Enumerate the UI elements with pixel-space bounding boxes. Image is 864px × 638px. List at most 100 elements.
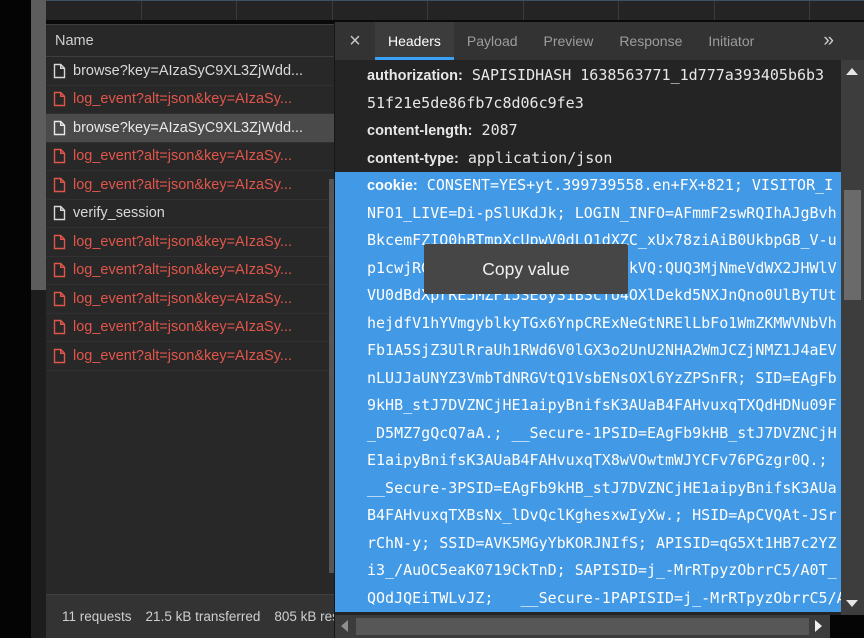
file-icon [53,234,66,250]
header-name: cookie: [367,178,418,194]
network-grid-strip [46,0,864,20]
copy-value-menu-item[interactable]: Copy value [424,244,628,294]
request-row[interactable]: log_event?alt=json&key=AIzaSy... [46,342,334,371]
header-line: nLUJJaUNYZ3VmbTdNRGVtQ1VsbENsOXl6YzZPSnF… [367,365,841,393]
request-row[interactable]: log_event?alt=json&key=AIzaSy... [46,285,334,314]
header-value: __Secure-3PSID=EAgFb9kHB_stJ7DVZNCjHE1ai… [367,479,837,497]
network-summary-bar: 11 requests 21.5 kB transferred 805 kB r… [46,594,334,638]
header-value: application/json [459,149,613,167]
page-scrollbar[interactable] [31,0,46,638]
page-scrollbar-thumb[interactable] [31,0,46,290]
request-row[interactable]: log_event?alt=json&key=AIzaSy... [46,171,334,200]
request-row[interactable]: verify_session [46,200,334,229]
header-value: rChN-y; SSID=AVK5MGyYbKORJNIfS; APISID=q… [367,534,837,552]
request-row[interactable]: log_event?alt=json&key=AIzaSy... [46,86,334,115]
details-tab-bar: × HeadersPayloadPreviewResponseInitiator… [335,22,864,60]
request-name: log_event?alt=json&key=AIzaSy... [73,348,292,364]
more-tabs-icon[interactable]: » [823,22,834,60]
header-value: 51f21e5de86fb7c8d06c9fe3 [367,94,584,112]
request-name: log_event?alt=json&key=AIzaSy... [73,319,292,335]
request-name: log_event?alt=json&key=AIzaSy... [73,234,292,250]
header-entry: authorization: SAPISIDHASH 1638563771_1d… [335,62,841,117]
header-line: _D5MZ7gQcQ7aA.; __Secure-1PSID=EAgFb9kHB… [367,420,841,448]
horizontal-scrollbar-thumb[interactable] [356,618,809,635]
file-icon [53,63,66,79]
header-line: NFO1_LIVE=Di-pSlUKdJk; LOGIN_INFO=AFmmF2… [367,200,841,228]
network-grid-cell [142,1,238,20]
file-icon [53,205,66,221]
header-value: nLUJJaUNYZ3VmbTdNRGVtQ1VsbENsOXl6YzZPSnF… [367,369,837,387]
header-line: authorization: SAPISIDHASH 1638563771_1d… [367,62,841,90]
header-line: __Secure-3PSID=EAgFb9kHB_stJ7DVZNCjHE1ai… [367,475,841,503]
scroll-left-icon[interactable] [341,620,348,632]
tab-payload[interactable]: Payload [454,22,531,60]
request-name: browse?key=AIzaSyC9XL3ZjWdd... [73,63,303,79]
header-value: 2087 [473,121,518,139]
request-name: log_event?alt=json&key=AIzaSy... [73,262,292,278]
request-row[interactable]: log_event?alt=json&key=AIzaSy... [46,143,334,172]
request-row[interactable]: browse?key=AIzaSyC9XL3ZjWdd... [46,114,334,143]
header-line: B4FAHvuxqTXBsNx_lDvQclKghesxwIyXw.; HSID… [367,502,841,530]
request-row[interactable]: log_event?alt=json&key=AIzaSy... [46,314,334,343]
request-name: log_event?alt=json&key=AIzaSy... [73,148,292,164]
scroll-right-icon[interactable] [815,620,822,632]
network-grid-cell [46,1,142,20]
request-name: verify_session [73,205,165,221]
file-icon [53,291,66,307]
details-horizontal-scrollbar[interactable] [335,615,831,638]
request-name: log_event?alt=json&key=AIzaSy... [73,91,292,107]
network-grid-cell [715,1,811,20]
tabs: HeadersPayloadPreviewResponseInitiator [375,22,767,60]
file-icon [53,120,66,136]
request-details-panel: × HeadersPayloadPreviewResponseInitiator… [334,22,864,638]
summary-resources: 805 kB resources [274,609,334,624]
header-value: NFO1_LIVE=Di-pSlUKdJk; LOGIN_INFO=AFmmF2… [367,204,837,222]
file-icon [53,177,66,193]
header-value: _D5MZ7gQcQ7aA.; __Secure-1PSID=EAgFb9kHB… [367,424,837,442]
request-row[interactable]: log_event?alt=json&key=AIzaSy... [46,228,334,257]
request-list: browse?key=AIzaSyC9XL3ZjWdd... log_event?… [46,57,334,371]
network-grid-cell [619,1,715,20]
network-grid-cell [333,1,429,20]
tab-preview[interactable]: Preview [531,22,607,60]
close-icon[interactable]: × [335,22,375,60]
scroll-up-icon[interactable] [846,68,858,75]
request-name: log_event?alt=json&key=AIzaSy... [73,177,292,193]
header-value: E1aipyBnifsK3AUaB4FAHvuxqTX8wVOwtmWJYCFv… [367,451,828,469]
network-grid-cell [810,1,864,20]
summary-request-count: 11 requests [62,609,132,624]
page-background [0,0,31,638]
header-name: content-type: [367,151,459,167]
network-grid-cell [428,1,524,20]
headers-content: authorization: SAPISIDHASH 1638563771_1d… [335,60,841,615]
details-vertical-scrollbar[interactable] [841,60,864,615]
header-value: hejdfV1hYVmgyblkyTGx6YnpCRExNeGtNRElLbFo… [367,314,837,332]
header-line: content-type: application/json [367,145,841,173]
tab-initiator[interactable]: Initiator [695,22,767,60]
request-row[interactable]: browse?key=AIzaSyC9XL3ZjWdd... [46,57,334,86]
tab-headers[interactable]: Headers [375,22,454,60]
network-grid-cell [237,1,333,20]
scrollbar-corner [830,615,864,638]
summary-transferred: 21.5 kB transferred [146,609,261,624]
header-line: 9kHB_stJ7DVZNCjHE1aipyBnifsK3AUaB4FAHvux… [367,392,841,420]
vertical-scrollbar-thumb[interactable] [844,190,861,300]
tab-response[interactable]: Response [606,22,695,60]
header-line: content-length: 2087 [367,117,841,145]
name-column-header[interactable]: Name [46,25,334,57]
header-line: hejdfV1hYVmgyblkyTGx6YnpCRExNeGtNRElLbFo… [367,310,841,338]
header-value: Fb1A5SjZ3UlRraUh1RWd6V0lGX3o2UnU2NHA2WmJ… [367,341,837,359]
request-row[interactable]: log_event?alt=json&key=AIzaSy... [46,257,334,286]
file-icon [53,148,66,164]
header-value: i3_/AuOC5eaK0719CkTnD; SAPISID=j_-MrRTpy… [367,561,837,579]
header-line: i3_/AuOC5eaK0719CkTnD; SAPISID=j_-MrRTpy… [367,557,841,585]
header-line: rChN-y; SSID=AVK5MGyYbKORJNIfS; APISID=q… [367,530,841,558]
request-name: log_event?alt=json&key=AIzaSy... [73,291,292,307]
header-line: E1aipyBnifsK3AUaB4FAHvuxqTX8wVOwtmWJYCFv… [367,447,841,475]
header-line: cookie: CONSENT=YES+yt.399739558.en+FX+8… [367,172,841,200]
header-entry: content-type: application/json [335,145,841,173]
header-line: Fb1A5SjZ3UlRraUh1RWd6V0lGX3o2UnU2NHA2WmJ… [367,337,841,365]
file-icon [53,91,66,107]
header-value: SAPISIDHASH 1638563771_1d777a393405b6b3 [463,66,824,84]
scroll-down-icon[interactable] [846,600,858,607]
